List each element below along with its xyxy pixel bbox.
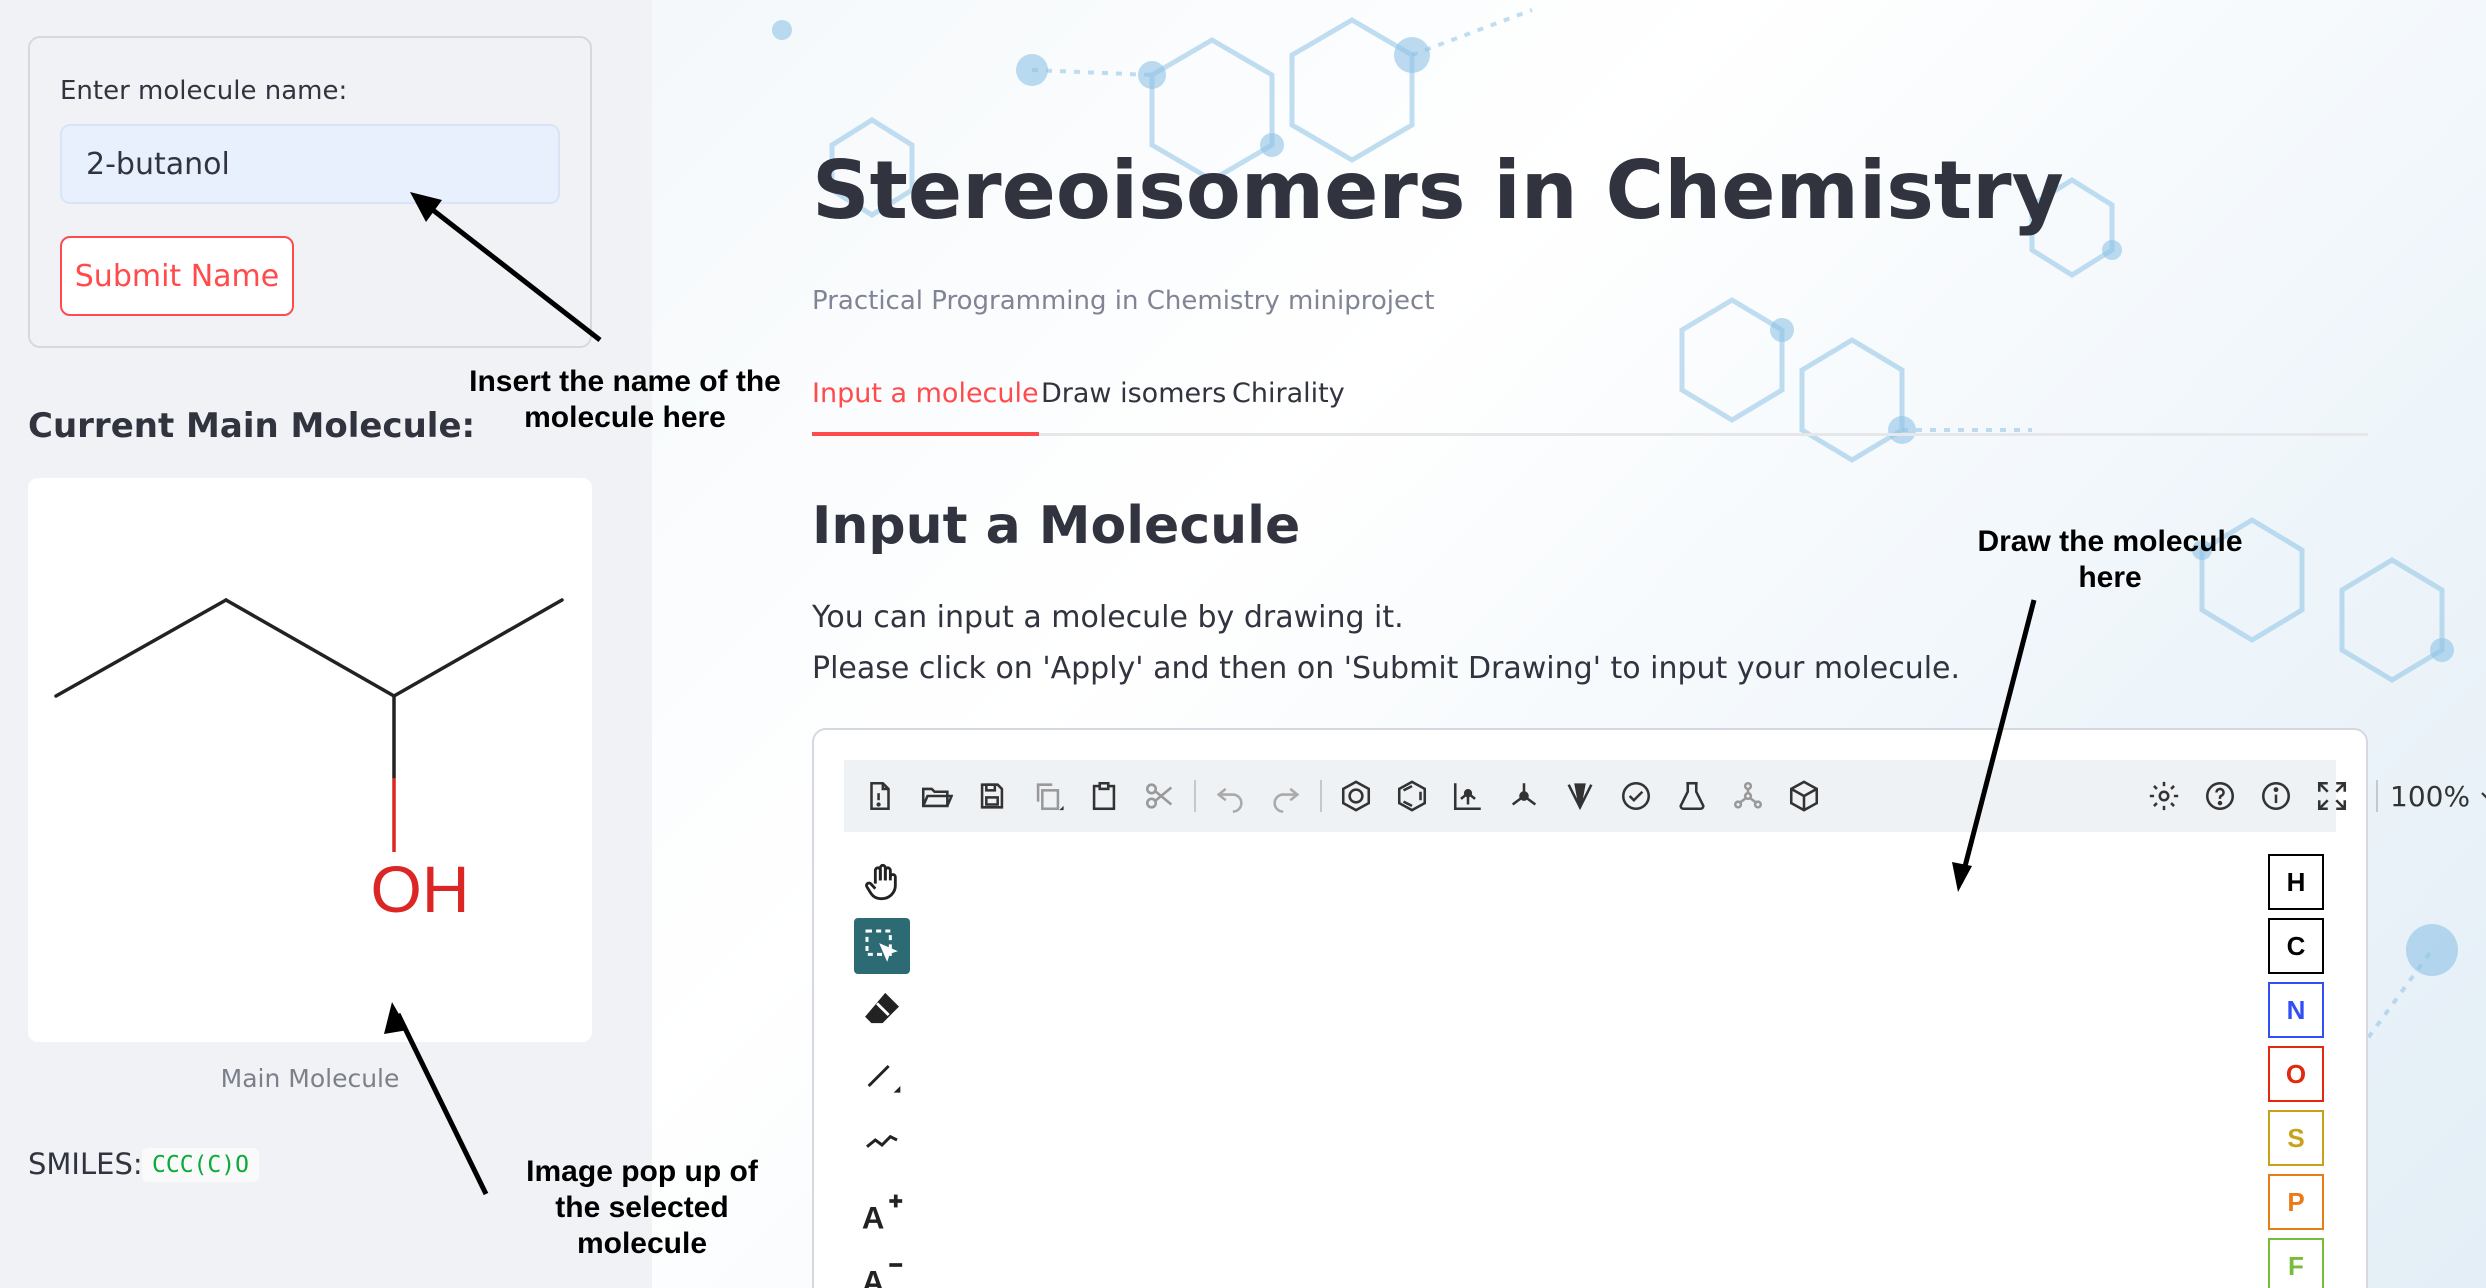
chevron-down-icon xyxy=(2481,792,2486,799)
section-title: Input a Molecule xyxy=(812,496,1301,556)
toolbar-divider xyxy=(1194,780,1196,812)
toolbar-divider xyxy=(1320,780,1322,812)
redo-icon[interactable] xyxy=(1260,770,1312,822)
clean-up-icon[interactable] xyxy=(1498,770,1550,822)
element-p-button[interactable]: P xyxy=(2268,1174,2324,1230)
aromatize-icon[interactable] xyxy=(1330,770,1382,822)
current-molecule-heading: Current Main Molecule: xyxy=(28,406,476,446)
charge-plus-icon[interactable]: A xyxy=(854,1184,910,1240)
element-c-button[interactable]: C xyxy=(2268,918,2324,974)
molecule-caption: Main Molecule xyxy=(220,1064,400,1093)
submit-name-button[interactable]: Submit Name xyxy=(60,236,294,316)
sidebar: Enter molecule name: Submit Name Current… xyxy=(0,0,652,1288)
zoom-select[interactable]: 100% xyxy=(2390,760,2486,832)
help-icon[interactable] xyxy=(2194,770,2246,822)
editor-toolbar: 100% xyxy=(844,760,2486,832)
stereochemistry-icon[interactable] xyxy=(1554,770,1606,822)
select-tool-icon[interactable] xyxy=(854,918,910,974)
annotation-insert-name: Insert the name of the molecule here xyxy=(469,365,781,434)
dearomatize-icon[interactable] xyxy=(1386,770,1438,822)
oh-label: OH xyxy=(371,852,470,926)
erase-tool-icon[interactable] xyxy=(854,982,910,1038)
annotation-image-popup: Image pop up of the selected molecule xyxy=(526,1155,758,1260)
cut-icon[interactable] xyxy=(1134,770,1186,822)
bond-c2-c3 xyxy=(224,598,396,698)
element-s-button[interactable]: S xyxy=(2268,1110,2324,1166)
fullscreen-icon[interactable] xyxy=(2306,770,2358,822)
tab-bar: Input a molecule Draw isomers Chirality xyxy=(812,376,2368,436)
check-structure-icon[interactable] xyxy=(1610,770,1662,822)
bond-tool-icon[interactable] xyxy=(854,1048,910,1104)
tab-draw-isomers[interactable]: Draw isomers xyxy=(1041,378,1226,436)
element-o-button[interactable]: O xyxy=(2268,1046,2324,1102)
layout-icon[interactable] xyxy=(1442,770,1494,822)
open-icon[interactable] xyxy=(910,770,962,822)
charge-minus-icon[interactable]: A xyxy=(854,1248,910,1288)
page-subtitle: Practical Programming in Chemistry minip… xyxy=(812,286,1435,316)
main-content: Stereoisomers in Chemistry Practical Pro… xyxy=(652,0,2486,1288)
toolbar-divider xyxy=(2376,780,2378,812)
smiles-label: SMILES: xyxy=(28,1147,143,1181)
calculated-values-icon[interactable] xyxy=(1666,770,1718,822)
instruction-line-2: Please click on 'Apply' and then on 'Sub… xyxy=(812,651,1961,686)
molecule-name-label: Enter molecule name: xyxy=(60,76,348,106)
tab-input-molecule[interactable]: Input a molecule xyxy=(812,378,1039,436)
annotation-draw-here: Draw the molecule here xyxy=(1977,525,2243,594)
molecule-structure: OH xyxy=(54,598,564,926)
save-icon[interactable] xyxy=(966,770,1018,822)
zoom-value: 100% xyxy=(2390,779,2471,813)
smiles-value: CCC(C)O xyxy=(142,1148,259,1182)
bond-c3-c4 xyxy=(392,598,564,698)
page-title: Stereoisomers in Chemistry xyxy=(812,144,2064,237)
recognize-molecule-icon[interactable] xyxy=(1722,770,1774,822)
bond-c1-c2 xyxy=(54,598,228,698)
element-f-button[interactable]: F xyxy=(2268,1238,2324,1288)
new-file-icon[interactable] xyxy=(854,770,906,822)
instruction-line-1: You can input a molecule by drawing it. xyxy=(812,600,1404,635)
drawing-canvas[interactable] xyxy=(844,832,2336,1288)
svg-text:A: A xyxy=(862,1265,885,1288)
element-h-button[interactable]: H xyxy=(2268,854,2324,910)
copy-icon[interactable] xyxy=(1022,770,1074,822)
molecule-image: OH xyxy=(28,478,592,1042)
hand-tool-icon[interactable] xyxy=(854,854,910,910)
about-icon[interactable] xyxy=(2250,770,2302,822)
tab-chirality[interactable]: Chirality xyxy=(1232,378,1345,436)
undo-icon[interactable] xyxy=(1204,770,1256,822)
element-n-button[interactable]: N xyxy=(2268,982,2324,1038)
3d-viewer-icon[interactable] xyxy=(1778,770,1830,822)
chain-tool-icon[interactable] xyxy=(854,1112,910,1168)
svg-text:A: A xyxy=(862,1201,885,1235)
settings-icon[interactable] xyxy=(2138,770,2190,822)
molecule-name-input[interactable] xyxy=(60,124,560,204)
paste-icon[interactable] xyxy=(1078,770,1130,822)
